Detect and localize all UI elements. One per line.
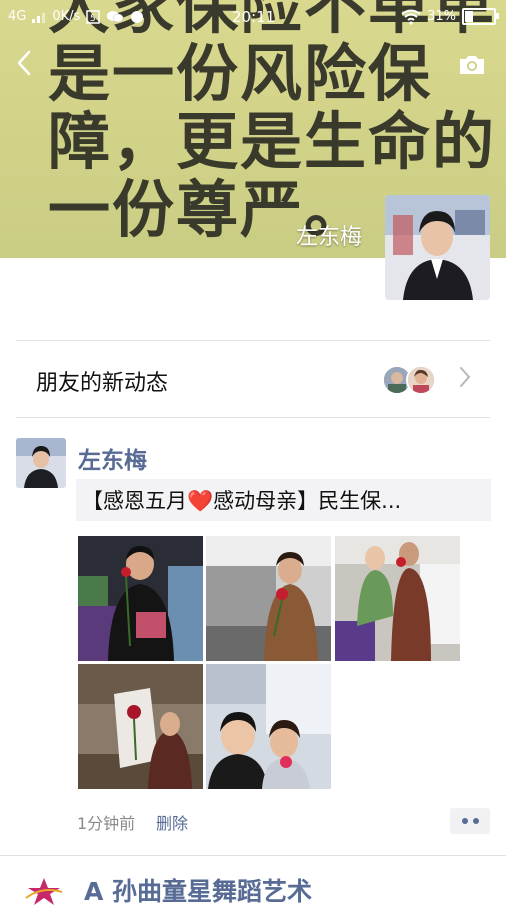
heart-emoji: ❤️ [187,489,214,513]
cover-profile-name: 左东梅 [296,225,363,250]
dot-icon [472,818,479,824]
camera-icon [460,56,484,74]
chevron-left-icon [17,50,31,76]
post-photo-3[interactable] [335,536,460,661]
shared-link-card[interactable]: 【感恩五月❤️感动母亲】民生保... [76,479,491,521]
battery-fill [465,11,473,22]
woman-holding-child-photo [335,536,460,661]
network-speed: 0K/s [52,9,81,24]
man-holding-rose-photo [78,536,203,661]
network-label: 4G [8,9,27,24]
cover-line-1: 是一份风险保 [48,37,433,110]
svg-text:5: 5 [90,14,96,24]
post-photo-2[interactable] [206,536,331,661]
profile-avatar[interactable] [385,195,490,300]
wechat-icon [107,10,124,22]
share-title-part-2: 感动母亲】民生保... [213,489,402,513]
friends-updates-label: 朋友的新动态 [36,371,169,396]
dot-icon [461,818,468,824]
share-title-part-1: 【感恩五月 [82,489,187,513]
camera-button[interactable] [458,54,486,76]
post-photo-1[interactable] [78,536,203,661]
shared-link-title: 【感恩五月❤️感动母亲】民生保... [82,485,482,515]
divider [16,417,490,418]
wifi-icon [401,9,421,25]
friend-avatar-2 [406,365,436,395]
next-post-avatar-star-logo[interactable] [24,876,64,906]
post-photo-5[interactable] [206,664,331,789]
friends-updates-row[interactable]: 朋友的新动态 [0,341,506,417]
cover-line-2: 障，更是生命的 [48,105,497,178]
chevron-right-icon [460,367,471,387]
two-women-selfie-photo [206,664,331,789]
battery-percent: 31% [427,9,456,24]
divider [0,855,506,856]
sim-icon: 5 [86,9,101,24]
post-photo-4[interactable] [78,664,203,789]
status-right: 31% [401,8,499,25]
woman-with-rose-bag-photo [78,664,203,789]
back-button[interactable] [14,48,36,78]
profile-photo [385,195,490,300]
post-author-avatar[interactable] [16,438,66,488]
woman-on-sofa-with-rose-photo [206,536,331,661]
status-bar: 4G 0K/s 5 20:11 31% [0,0,506,34]
signal-icon [32,12,46,23]
post-timestamp: 1分钟前 [77,814,136,833]
delete-link[interactable]: 删除 [156,810,188,834]
battery-icon [462,8,499,25]
more-actions-button[interactable] [450,808,490,834]
author-photo [16,438,66,488]
status-left: 4G 0K/s 5 [8,9,144,24]
next-post-author-name[interactable]: A 孙曲童星舞蹈艺术 [84,872,312,908]
post-author-name[interactable]: 左东梅 [78,441,147,475]
app-notification-icon [131,10,144,23]
clock: 20:11 [232,8,276,26]
